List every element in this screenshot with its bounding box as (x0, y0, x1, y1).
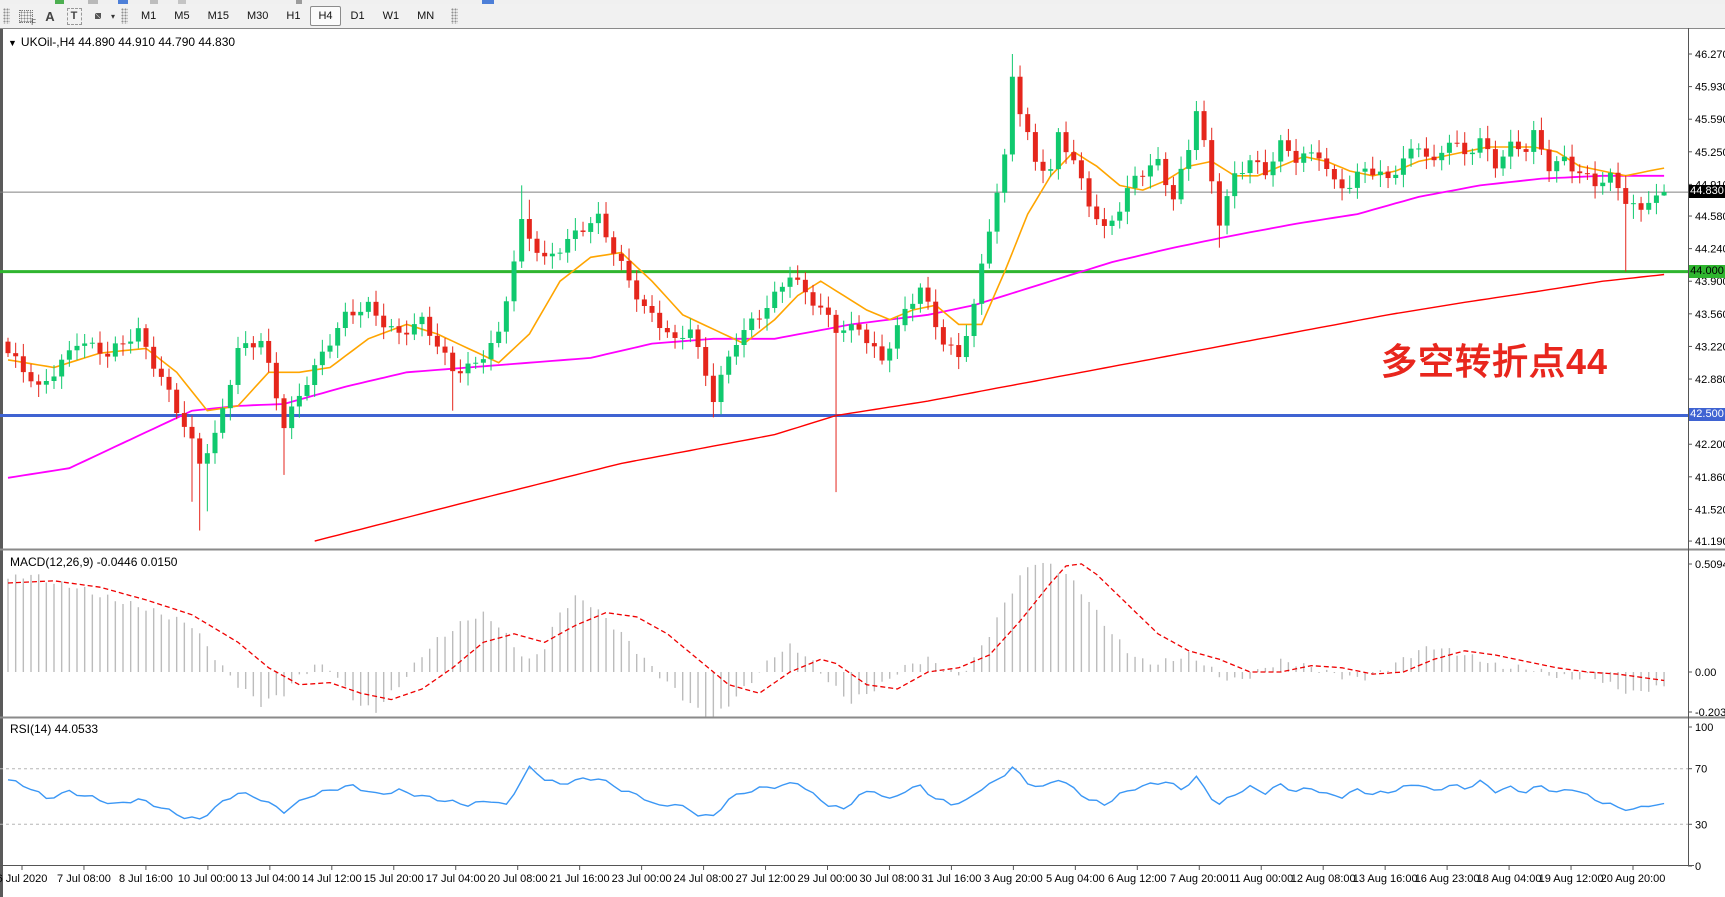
toolbar-grip[interactable] (121, 8, 128, 24)
rsi-line (8, 766, 1664, 819)
axis-label: 44.580 (1695, 211, 1725, 223)
time-axis-label: 12 Aug 08:00 (1291, 873, 1356, 885)
axis-label: 0.5094 (1695, 559, 1725, 571)
axis-label: 70 (1695, 764, 1707, 776)
axis-label: 41.860 (1695, 472, 1725, 484)
time-axis-label: 18 Aug 04:00 (1477, 873, 1542, 885)
lower-level-tag: 42.500 (1689, 408, 1725, 421)
letter-t-boxed-icon: T (67, 8, 82, 25)
text-label-button[interactable]: A (39, 6, 61, 26)
current-price-tag: 44.830 (1689, 185, 1725, 198)
time-axis-label: 7 Aug 20:00 (1170, 873, 1229, 885)
axis-label: 45.930 (1695, 82, 1725, 94)
arrows-tool-button[interactable] (87, 6, 109, 26)
axis-label: 45.250 (1695, 147, 1725, 159)
time-axis-label: 5 Aug 04:00 (1046, 873, 1105, 885)
axis-label: 43.560 (1695, 309, 1725, 321)
support-level-tag: 44.000 (1689, 265, 1725, 278)
axis-label: 43.900 (1695, 276, 1725, 288)
time-axis-label: 13 Aug 16:00 (1353, 873, 1418, 885)
time-axis-label: 14 Jul 12:00 (302, 873, 362, 885)
time-axis-label: 24 Jul 08:00 (674, 873, 734, 885)
chart-svg: 46.27045.93045.59045.25044.91044.58044.2… (0, 28, 1725, 897)
axis-label: 42.880 (1695, 374, 1725, 386)
axis-label: -0.2032 (1695, 707, 1725, 719)
axis-label: 0.00 (1695, 667, 1716, 679)
time-axis-label: 11 Aug 00:00 (1229, 873, 1293, 885)
time-axis-label: 20 Aug 20:00 (1601, 873, 1666, 885)
tf-button-w1[interactable]: W1 (375, 6, 408, 26)
ma-red (315, 275, 1664, 542)
time-axis-label: 13 Jul 04:00 (240, 873, 300, 885)
drawing-and-timeframe-toolbar: F A T ▾ M1M5M15M30H1H4D1W1MN (0, 4, 1725, 29)
macd-histogram (8, 563, 1664, 718)
rsi-axis: 100 70 30 0 (1688, 722, 1713, 873)
axis-label: 0 (1695, 861, 1701, 873)
time-axis-label: 17 Jul 04:00 (426, 873, 486, 885)
timeframe-button-group: M1M5M15M30H1H4D1W1MN (132, 6, 443, 26)
time-axis-label: 6 Aug 12:00 (1108, 873, 1167, 885)
time-axis-label: 20 Jul 08:00 (488, 873, 548, 885)
text-box-button[interactable]: T (63, 6, 85, 26)
chevron-down-icon[interactable]: ▾ (111, 12, 115, 21)
toolbar-grip[interactable] (451, 8, 458, 24)
axis-label: 45.590 (1695, 114, 1725, 126)
crosshair-grid-button[interactable]: F (15, 6, 37, 26)
rsi-indicator-label: RSI(14) 44.0533 (10, 722, 98, 736)
arrows-icon (91, 9, 105, 23)
axis-label: 41.520 (1695, 504, 1725, 516)
axis-label: 100 (1695, 722, 1713, 734)
axis-label: 41.190 (1695, 536, 1725, 548)
tf-button-m30[interactable]: M30 (239, 6, 276, 26)
axis-label: 46.270 (1695, 49, 1725, 61)
candles (6, 54, 1667, 531)
mt4-window: F A T ▾ M1M5M15M30H1H4D1W1MN 46.270 45.93… (0, 0, 1725, 897)
time-axis-label: 31 Jul 16:00 (921, 873, 981, 885)
time-axis-label: 30 Jul 08:00 (859, 873, 919, 885)
chart-title: ▼ UKOil-,H4 44.890 44.910 44.790 44.830 (8, 35, 235, 49)
tf-button-m1[interactable]: M1 (133, 6, 164, 26)
time-axis-label: 21 Jul 16:00 (550, 873, 610, 885)
letter-a-icon: A (45, 9, 54, 24)
axis-label: 44.240 (1695, 244, 1725, 256)
axis-label: 43.220 (1695, 341, 1725, 353)
symbol-dropdown-triangle[interactable]: ▼ (8, 38, 17, 48)
tf-button-h4[interactable]: H4 (310, 6, 340, 26)
time-axis-label: 7 Jul 08:00 (57, 873, 111, 885)
macd-axis: 0.5094 0.00 -0.2032 (1688, 559, 1725, 719)
tf-button-m15[interactable]: M15 (200, 6, 237, 26)
tf-button-d1[interactable]: D1 (343, 6, 373, 26)
grid-icon-letter: F (31, 18, 36, 27)
time-axis-label: 8 Jul 16:00 (119, 873, 173, 885)
axis-label: 42.200 (1695, 439, 1725, 451)
tf-button-mn[interactable]: MN (409, 6, 442, 26)
time-axis-label: 6 Jul 2020 (0, 873, 47, 885)
price-axis: 46.27045.93045.59045.25044.91044.58044.2… (1688, 49, 1725, 548)
macd-indicator-label: MACD(12,26,9) -0.0446 0.0150 (10, 555, 177, 569)
time-axis-label: 19 Aug 12:00 (1539, 873, 1604, 885)
time-axis-label: 23 Jul 00:00 (612, 873, 672, 885)
tf-button-m5[interactable]: M5 (166, 6, 197, 26)
time-axis-label: 10 Jul 00:00 (178, 873, 238, 885)
tf-button-h1[interactable]: H1 (278, 6, 308, 26)
time-axis-label: 16 Aug 23:00 (1415, 873, 1480, 885)
time-axis-label: 27 Jul 12:00 (736, 873, 796, 885)
chart-title-text: UKOil-,H4 44.890 44.910 44.790 44.830 (21, 35, 235, 49)
time-axis-label: 29 Jul 00:00 (798, 873, 858, 885)
toolbar-grip[interactable] (3, 8, 10, 24)
time-axis-label: 15 Jul 20:00 (364, 873, 424, 885)
axis-label: 30 (1695, 819, 1707, 831)
time-axis-label: 3 Aug 20:00 (984, 873, 1043, 885)
annotation-text: 多空转折点44 (1381, 333, 1608, 385)
